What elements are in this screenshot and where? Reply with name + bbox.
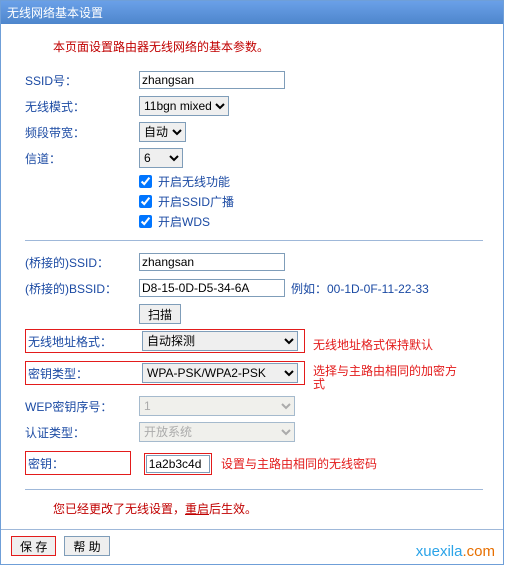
window-title: 无线网络基本设置: [1, 1, 503, 24]
restart-link[interactable]: 重启: [185, 502, 209, 516]
channel-select[interactable]: 6: [139, 148, 183, 168]
bridge-ssid-label: (桥接的)SSID：: [25, 254, 139, 271]
auth-select: 开放系统: [139, 422, 295, 442]
bridge-bssid-input[interactable]: [139, 279, 285, 297]
channel-label: 信道：: [25, 150, 139, 167]
intro-text: 本页面设置路由器无线网络的基本参数。: [53, 38, 483, 55]
ssid-broadcast-label: 开启SSID广播: [158, 193, 234, 210]
help-button[interactable]: 帮 助: [64, 536, 109, 556]
mode-label: 无线模式：: [25, 98, 139, 115]
bssid-example: 例如：00-1D-0F-11-22-33: [291, 280, 429, 297]
auth-label: 认证类型：: [25, 424, 139, 441]
key-type-select[interactable]: WPA-PSK/WPA2-PSK: [142, 363, 298, 383]
wifi-on-label: 开启无线功能: [158, 173, 230, 190]
watermark: xuexila.com: [416, 543, 495, 560]
key-note: 设置与主路由相同的无线密码: [221, 457, 377, 471]
ssid-input[interactable]: [139, 71, 285, 89]
key-input[interactable]: [146, 455, 210, 473]
key-type-label: 密钥类型：: [28, 365, 142, 382]
addr-fmt-label: 无线地址格式：: [28, 333, 142, 350]
bridge-bssid-label: (桥接的)BSSID：: [25, 280, 139, 297]
mode-select[interactable]: 11bgn mixed: [139, 96, 229, 116]
ssid-label: SSID号：: [25, 72, 139, 89]
save-button[interactable]: 保 存: [11, 536, 56, 556]
wds-checkbox[interactable]: [139, 215, 152, 228]
wifi-on-checkbox[interactable]: [139, 175, 152, 188]
key-type-note: 选择与主路由相同的加密方式: [313, 365, 467, 391]
wds-label: 开启WDS: [158, 213, 210, 230]
bandwidth-select[interactable]: 自动: [139, 122, 186, 142]
addr-fmt-select[interactable]: 自动探测: [142, 331, 298, 351]
key-label: 密钥：: [28, 455, 128, 472]
scan-button[interactable]: 扫描: [139, 304, 181, 324]
wep-idx-select: 1: [139, 396, 295, 416]
separator: [25, 240, 483, 241]
ssid-broadcast-checkbox[interactable]: [139, 195, 152, 208]
changed-message: 您已经更改了无线设置，重启后生效。: [53, 500, 483, 517]
bandwidth-label: 频段带宽：: [25, 124, 139, 141]
bridge-ssid-input[interactable]: [139, 253, 285, 271]
addr-fmt-note: 无线地址格式保持默认: [313, 336, 433, 353]
wep-idx-label: WEP密钥序号：: [25, 398, 139, 415]
separator-2: [25, 489, 483, 490]
